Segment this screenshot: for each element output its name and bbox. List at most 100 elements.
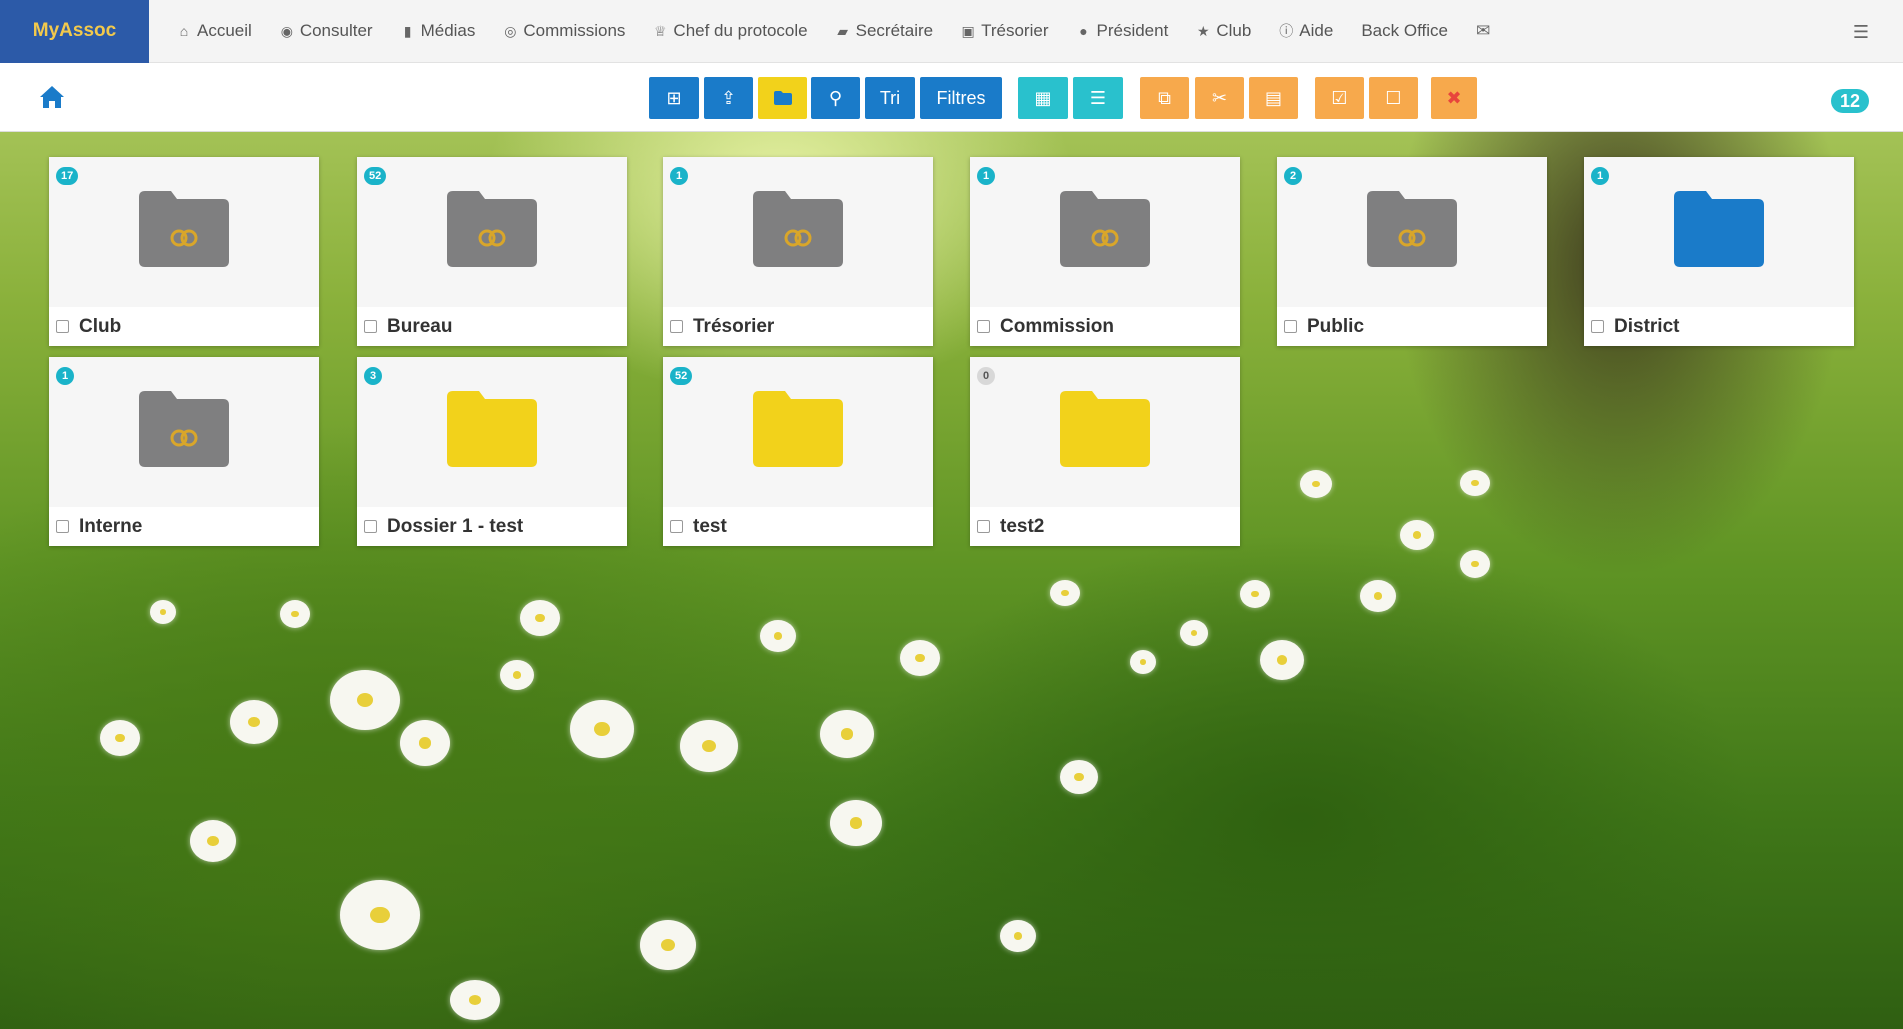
- menu-item-accueil[interactable]: ⌂ Accueil: [163, 0, 266, 63]
- linked-folder-icon: [753, 191, 843, 267]
- folder-icon: [753, 391, 843, 467]
- folder-name: test: [693, 515, 727, 537]
- tree-view-button[interactable]: ⊞: [649, 77, 699, 119]
- check-square-icon: ☑: [1331, 87, 1348, 108]
- folder-card-tresorier[interactable]: 1 Trésorier: [663, 157, 933, 346]
- folder-card-test2[interactable]: 0 test2: [970, 357, 1240, 546]
- menu-item-label: Chef du protocole: [673, 21, 808, 40]
- folder-name: Bureau: [387, 315, 453, 337]
- folder-checkbox[interactable]: [670, 320, 683, 333]
- folder-checkbox[interactable]: [364, 320, 377, 333]
- copy-icon: ⧉: [1158, 87, 1171, 108]
- folder-checkbox[interactable]: [56, 520, 69, 533]
- menu-item-label: Trésorier: [981, 21, 1049, 40]
- close-icon: ✖: [1446, 87, 1462, 108]
- folder-icon: [447, 391, 537, 467]
- menu-item-label: Accueil: [197, 21, 252, 40]
- info-icon: ⓘ: [1279, 23, 1294, 39]
- cut-button[interactable]: ✂: [1195, 77, 1244, 119]
- folder-count-badge: 1: [56, 367, 74, 385]
- user-circle-icon: ◎: [504, 22, 517, 39]
- menu-item-secretaire[interactable]: ▰ Secrétaire: [822, 0, 947, 63]
- folder-name: test2: [1000, 515, 1045, 537]
- folder-card-club[interactable]: 17 Club: [49, 157, 319, 346]
- folder-icon: [773, 91, 792, 105]
- menu-item-label: Médias: [420, 21, 476, 40]
- folder-name: Interne: [79, 515, 143, 537]
- paste-button[interactable]: ▤: [1249, 77, 1298, 119]
- menu-item-club[interactable]: ★ Club: [1182, 0, 1265, 63]
- menu-item-chef-protocole[interactable]: ♕ Chef du protocole: [639, 0, 821, 63]
- sort-button[interactable]: Tri: [865, 77, 915, 119]
- search-button[interactable]: ⚲: [811, 77, 860, 119]
- menu-item-back-office[interactable]: Back Office: [1347, 0, 1462, 63]
- scissors-icon: ✂: [1211, 87, 1228, 108]
- select-all-button[interactable]: ☑: [1315, 77, 1364, 119]
- folder-count-badge: 1: [670, 167, 688, 185]
- folder-card-public[interactable]: 2 Public: [1277, 157, 1547, 346]
- file-icon: ▮: [403, 22, 412, 39]
- item-count-badge: 12: [1830, 89, 1869, 113]
- globe-icon: ●: [1079, 23, 1088, 39]
- home-icon: ⌂: [179, 23, 189, 39]
- folder-card-dossier-1-test[interactable]: 3 Dossier 1 - test: [357, 357, 627, 546]
- menu-item-tresorier[interactable]: ▣ Trésorier: [947, 0, 1062, 63]
- upload-button[interactable]: ⇪: [704, 77, 753, 119]
- folder-count-badge: 2: [1284, 167, 1302, 185]
- folder-name: Club: [79, 315, 122, 337]
- folder-card-district[interactable]: 1 District: [1584, 157, 1854, 346]
- home-icon[interactable]: [38, 83, 66, 111]
- folder-name: Commission: [1000, 315, 1115, 337]
- folder-checkbox[interactable]: [977, 320, 990, 333]
- folder-count-badge: 3: [364, 367, 382, 385]
- folder-icon: [1060, 391, 1150, 467]
- list-view-button[interactable]: ☰: [1073, 77, 1123, 119]
- folder-checkbox[interactable]: [977, 520, 990, 533]
- linked-folder-icon: [139, 391, 229, 467]
- menu-toggle-icon[interactable]: ☰: [1853, 22, 1869, 43]
- top-navbar: MyAssoc ⌂ Accueil ◉ Consulter ▮ Médias ◎…: [0, 0, 1903, 63]
- new-folder-button[interactable]: [758, 77, 807, 119]
- menu-item-messages[interactable]: ✉: [1462, 0, 1504, 63]
- search-icon: ⚲: [828, 87, 843, 108]
- money-icon: ▣: [961, 22, 975, 39]
- upload-icon: ⇪: [720, 87, 737, 108]
- list-icon: ☰: [1089, 87, 1107, 108]
- menu-item-label: Aide: [1299, 21, 1334, 40]
- menu-item-aide[interactable]: ⓘ Aide: [1265, 0, 1347, 63]
- folder-checkbox[interactable]: [364, 520, 377, 533]
- folder-checkbox[interactable]: [1591, 320, 1604, 333]
- folder-card-commission[interactable]: 1 Commission: [970, 157, 1240, 346]
- brand-logo[interactable]: MyAssoc: [0, 0, 149, 63]
- star-icon: ★: [1197, 22, 1210, 39]
- delete-button[interactable]: ✖: [1431, 77, 1477, 119]
- menu-item-consulter[interactable]: ◉ Consulter: [266, 0, 387, 63]
- folder-checkbox[interactable]: [1284, 320, 1297, 333]
- grid-view-button[interactable]: ▦: [1018, 77, 1068, 119]
- folder-name: Dossier 1 - test: [387, 515, 524, 537]
- menu-item-label: Président: [1096, 21, 1169, 40]
- folder-card-test[interactable]: 52 test: [663, 357, 933, 546]
- folder-count-badge: 1: [977, 167, 995, 185]
- folder-count-badge: 17: [56, 167, 79, 185]
- folder-count-badge: 1: [1591, 167, 1609, 185]
- menu-item-president[interactable]: ● Président: [1063, 0, 1183, 63]
- folder-name: Trésorier: [693, 315, 775, 337]
- folder-checkbox[interactable]: [670, 520, 683, 533]
- menu-item-medias[interactable]: ▮ Médias: [387, 0, 490, 63]
- folder-count-badge: 52: [670, 367, 693, 385]
- folder-name: Public: [1307, 315, 1365, 337]
- filters-button[interactable]: Filtres: [920, 77, 1002, 119]
- linked-folder-icon: [447, 191, 537, 267]
- folder-card-bureau[interactable]: 52 Bureau: [357, 157, 627, 346]
- copy-button[interactable]: ⧉: [1140, 77, 1189, 119]
- menu-item-commissions[interactable]: ◎ Commissions: [489, 0, 639, 63]
- linked-folder-icon: [1367, 191, 1457, 267]
- linked-folder-icon: [139, 191, 229, 267]
- deselect-all-button[interactable]: ☐: [1369, 77, 1418, 119]
- menu-item-label: Commissions: [523, 21, 626, 40]
- folder-checkbox[interactable]: [56, 320, 69, 333]
- folder-card-interne[interactable]: 1 Interne: [49, 357, 319, 546]
- folder-icon: [1674, 191, 1764, 267]
- grid-icon: ▦: [1034, 87, 1052, 108]
